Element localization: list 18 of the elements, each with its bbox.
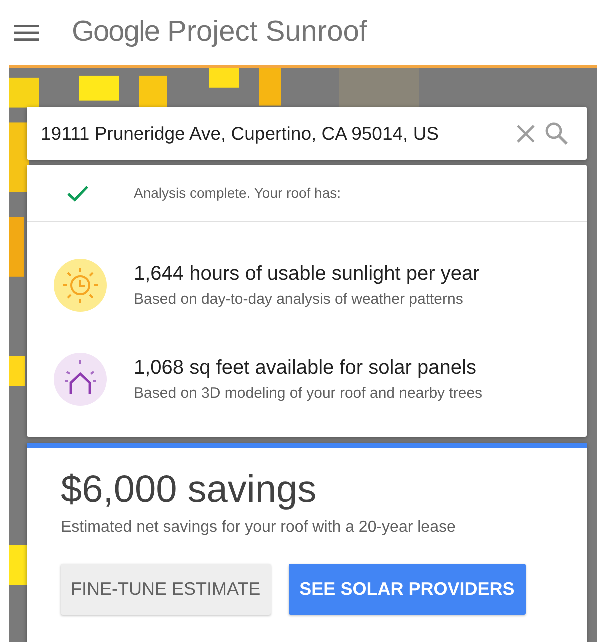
providers-button[interactable]: SEE SOLAR PROVIDERS (288, 564, 526, 615)
estimate-button[interactable]: FINE-TUNE ESTIMATE (61, 564, 271, 615)
fact-title: 1,644 hours of usable sunlight per year (134, 262, 480, 287)
savings-amount: $6,000 savings (61, 470, 318, 512)
menu-icon[interactable] (14, 24, 39, 40)
fact-title: 1,068 sq feet available for solar panels (134, 356, 478, 381)
fact-detail: Based on day-to-day analysis of weather patterns (134, 290, 464, 310)
sun-clock-icon (54, 258, 107, 312)
search-icon[interactable] (545, 122, 568, 145)
search-field[interactable]: 19111 Pruneridge Ave, Cupertino, CA 95014, US (27, 107, 587, 160)
house-icon (54, 352, 107, 406)
savings-description: Estimated net savings for your roof with a 20-year lease (61, 518, 457, 538)
app-title: Project Sunroof (168, 14, 368, 50)
logo: Google (72, 14, 160, 50)
status-text: Analysis complete. Your roof has: (134, 184, 342, 203)
address-input[interactable]: 19111 Pruneridge Ave, Cupertino, CA 95014, US (27, 120, 507, 148)
close-icon[interactable] (517, 124, 535, 142)
fact-detail: Based on 3D modeling of your roof and nearby trees (134, 384, 483, 404)
